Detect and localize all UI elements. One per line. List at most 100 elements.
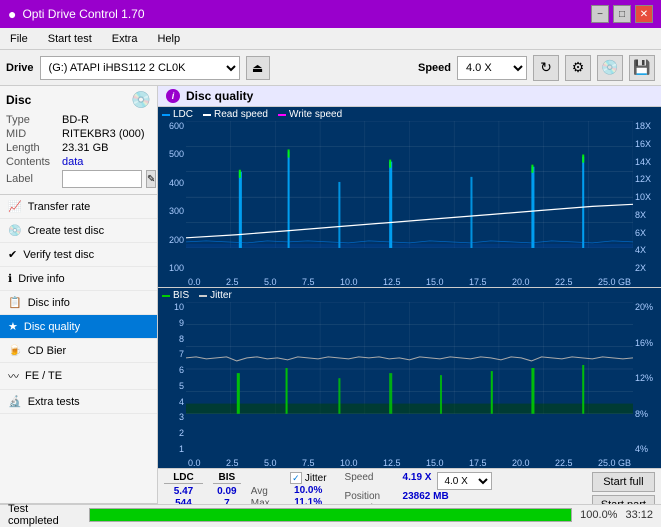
sidebar-item-transfer-rate[interactable]: 📈 Transfer rate <box>0 195 157 219</box>
sidebar-item-disc-info[interactable]: 📋 Disc info <box>0 291 157 315</box>
position-label: Position <box>345 491 397 502</box>
sidebar-item-extra-tests[interactable]: 🔬 Extra tests <box>0 390 157 414</box>
disc-quality-icon: ★ <box>8 320 18 333</box>
verify-test-disc-icon: ✔ <box>8 248 17 261</box>
jitter-check-row: Jitter <box>290 472 327 484</box>
length-label: Length <box>6 142 58 154</box>
menu-start-test[interactable]: Start test <box>42 31 98 47</box>
speed-info-label: Speed <box>345 472 397 490</box>
speed-label: Speed <box>418 62 451 74</box>
sidebar-label-transfer-rate: Transfer rate <box>28 201 91 213</box>
sidebar-item-disc-quality[interactable]: ★ Disc quality <box>0 315 157 339</box>
disc-section-title: Disc <box>6 93 31 107</box>
drive-info-icon: ℹ <box>8 272 12 285</box>
progress-time: 33:12 <box>625 509 653 521</box>
top-chart-y-left: 600 500 400 300 200 100 <box>158 121 186 273</box>
jitter-legend-dot <box>199 295 207 297</box>
disc-label-label: Label <box>6 173 58 185</box>
app-icon: ● <box>8 6 16 22</box>
jitter-checkbox[interactable] <box>290 472 302 484</box>
contents-value: data <box>62 156 83 168</box>
sidebar-label-cd-bier: CD Bier <box>28 345 67 357</box>
top-chart-svg <box>186 121 633 248</box>
progress-bar-outer <box>89 508 572 522</box>
read-speed-legend-dot <box>203 114 211 116</box>
bis-legend-label: BIS <box>173 290 189 301</box>
eject-button[interactable]: ⏏ <box>246 56 270 80</box>
close-button[interactable]: ✕ <box>635 5 653 23</box>
sidebar-item-create-test-disc[interactable]: 💿 Create test disc <box>0 219 157 243</box>
disc-label-input[interactable] <box>62 170 142 188</box>
bottom-chart-x-axis: 0.0 2.5 5.0 7.5 10.0 12.5 15.0 17.5 20.0… <box>186 458 633 468</box>
create-test-disc-icon: 💿 <box>8 224 22 237</box>
jitter-stats: Jitter 10.0% 11.1% <box>290 472 327 508</box>
position-val: 23862 MB <box>403 491 449 502</box>
mid-label: MID <box>6 128 58 140</box>
sidebar-item-fe-te[interactable]: 〰 FE / TE <box>0 363 157 390</box>
sidebar-label-extra-tests: Extra tests <box>28 396 80 408</box>
toolbar: Drive (G:) ATAPI iHBS112 2 CL0K ⏏ Speed … <box>0 50 661 86</box>
progress-pct: 100.0% <box>580 509 617 521</box>
bis-legend-dot <box>162 295 170 297</box>
progress-bar-section: Test completed 100.0% 33:12 <box>0 504 661 524</box>
start-full-button[interactable]: Start full <box>592 472 655 492</box>
disc-quality-title: Disc quality <box>186 89 253 103</box>
menu-help[interactable]: Help <box>151 31 186 47</box>
disc-quality-header-icon <box>166 89 180 103</box>
cd-bier-icon: 🍺 <box>8 344 22 357</box>
type-label: Type <box>6 114 58 126</box>
ldc-legend-label: LDC <box>173 109 193 120</box>
disc-button[interactable]: 💿 <box>597 55 623 81</box>
charts-area: LDC Read speed Write speed 600 500 40 <box>158 107 661 524</box>
disc-info-icon: 📋 <box>8 296 22 309</box>
drive-select[interactable]: (G:) ATAPI iHBS112 2 CL0K <box>40 56 240 80</box>
jitter-label: Jitter <box>305 473 327 484</box>
menu-bar: File Start test Extra Help <box>0 28 661 50</box>
sidebar-item-verify-test-disc[interactable]: ✔ Verify test disc <box>0 243 157 267</box>
speed-info-val: 4.19 X <box>403 472 432 490</box>
write-speed-legend-label: Write speed <box>289 109 342 120</box>
maximize-button[interactable]: □ <box>613 5 631 23</box>
transfer-rate-icon: 📈 <box>8 200 22 213</box>
jitter-avg-val: 10.0% <box>290 485 327 496</box>
sidebar-item-cd-bier[interactable]: 🍺 CD Bier <box>0 339 157 363</box>
bottom-chart-svg <box>186 302 633 414</box>
extra-tests-icon: 🔬 <box>8 395 22 408</box>
menu-file[interactable]: File <box>4 31 34 47</box>
bottom-chart-y-right: 20% 16% 12% 8% 4% <box>633 302 661 454</box>
minimize-button[interactable]: − <box>591 5 609 23</box>
settings-button[interactable]: ⚙ <box>565 55 591 81</box>
avg-label: Avg <box>251 486 272 497</box>
bis-avg-val: 0.09 <box>213 486 241 497</box>
title-bar: ● Opti Drive Control 1.70 − □ ✕ <box>0 0 661 28</box>
type-value: BD-R <box>62 114 89 126</box>
progress-bar-inner <box>90 509 571 521</box>
disc-quality-header: Disc quality <box>158 86 661 107</box>
save-button[interactable]: 💾 <box>629 55 655 81</box>
sidebar-item-drive-info[interactable]: ℹ Drive info <box>0 267 157 291</box>
disc-section: Disc 💿 Type BD-R MID RITEKBR3 (000) Leng… <box>0 86 157 195</box>
write-speed-legend-dot <box>278 114 286 116</box>
label-edit-button[interactable]: ✎ <box>146 170 156 188</box>
sidebar-label-drive-info: Drive info <box>18 273 64 285</box>
sidebar-label-disc-info: Disc info <box>28 297 70 309</box>
main-content: Disc 💿 Type BD-R MID RITEKBR3 (000) Leng… <box>0 86 661 524</box>
top-chart-legend: LDC Read speed Write speed <box>162 109 342 120</box>
menu-extra[interactable]: Extra <box>106 31 144 47</box>
right-panel: Disc quality LDC Read speed <box>158 86 661 524</box>
speed-select[interactable]: 4.0 X <box>457 56 527 80</box>
ldc-col-header: LDC <box>164 472 203 484</box>
nav-items: 📈 Transfer rate 💿 Create test disc ✔ Ver… <box>0 195 157 414</box>
bottom-chart: BIS Jitter 10 9 8 7 6 5 4 3 <box>158 288 661 468</box>
refresh-button[interactable]: ↻ <box>533 55 559 81</box>
status-text: Test completed <box>8 503 81 527</box>
sidebar-label-create-test-disc: Create test disc <box>28 225 104 237</box>
top-chart: LDC Read speed Write speed 600 500 40 <box>158 107 661 288</box>
top-chart-x-axis: 0.0 2.5 5.0 7.5 10.0 12.5 15.0 17.5 20.0… <box>186 277 633 287</box>
ldc-avg-val: 5.47 <box>164 486 203 497</box>
bis-col-header: BIS <box>213 472 241 484</box>
contents-label: Contents <box>6 156 58 168</box>
speed-select-stats[interactable]: 4.0 X <box>437 472 492 490</box>
length-value: 23.31 GB <box>62 142 108 154</box>
jitter-legend-label: Jitter <box>210 290 232 301</box>
